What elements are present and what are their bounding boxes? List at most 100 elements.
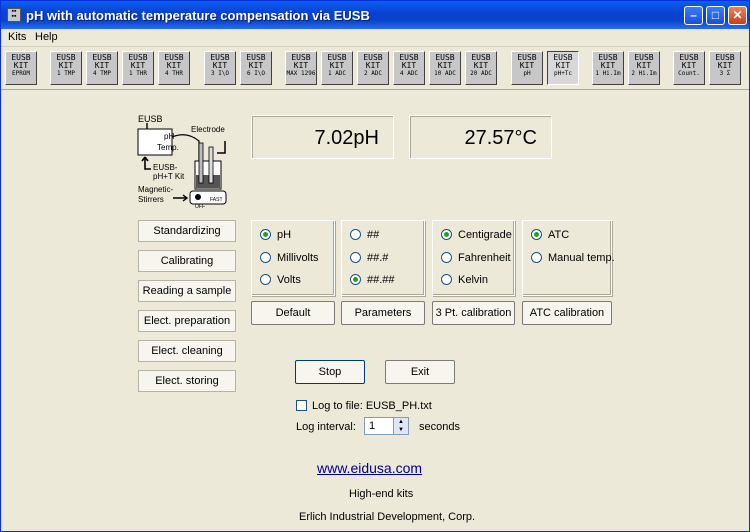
kit-label: pH+Tc bbox=[553, 70, 573, 77]
radio-selected-icon bbox=[441, 229, 452, 240]
kit-label: KIT bbox=[130, 61, 146, 70]
radio-icon bbox=[441, 274, 452, 285]
exit-button[interactable]: Exit bbox=[385, 360, 455, 384]
kit-button-ph-tc[interactable]: EUSB KIT pH+Tc bbox=[547, 51, 579, 85]
kit-label: KIT bbox=[600, 61, 616, 70]
electrode-cleaning-button[interactable]: Elect. cleaning bbox=[138, 340, 236, 362]
radio-ph[interactable]: pH bbox=[260, 229, 291, 243]
radio-icon bbox=[260, 274, 271, 285]
radio-precision-0[interactable]: ## bbox=[350, 229, 379, 243]
option-label: Fahrenheit bbox=[458, 252, 511, 264]
spin-down-icon[interactable]: ▼ bbox=[393, 426, 408, 434]
window-title: pH with automatic temperature compensati… bbox=[26, 8, 370, 23]
kit-label: 2 ADC bbox=[363, 70, 383, 77]
radio-icon bbox=[260, 252, 271, 263]
kit-label: EPROM bbox=[11, 70, 31, 77]
option-label: ATC bbox=[548, 229, 570, 241]
stop-button[interactable]: Stop bbox=[295, 360, 365, 384]
radio-centigrade[interactable]: Centigrade bbox=[441, 229, 512, 243]
kit-label: KIT bbox=[94, 61, 110, 70]
kit-button-20adc[interactable]: EUSB KIT 20 ADC bbox=[465, 51, 497, 85]
electrode-preparation-button[interactable]: Elect. preparation bbox=[138, 310, 236, 332]
radio-kelvin[interactable]: Kelvin bbox=[441, 274, 488, 288]
radio-atc[interactable]: ATC bbox=[531, 229, 569, 243]
kit-label: KIT bbox=[636, 61, 652, 70]
kit-label: 2 Hi.Im bbox=[631, 70, 657, 77]
kit-button-3io[interactable]: EUSB KIT 3 I\O bbox=[204, 51, 236, 85]
kit-label: Count. bbox=[678, 70, 700, 77]
kit-button-count[interactable]: EUSB KIT Count. bbox=[673, 51, 705, 85]
kit-button-1thr[interactable]: EUSB KIT 1 THR bbox=[122, 51, 154, 85]
kit-label: MAX 1296 bbox=[286, 70, 316, 77]
company-name: Erlich Industrial Development, Corp. bbox=[299, 511, 476, 523]
title-bar[interactable]: ▪▪ ▪▪ pH with automatic temperature compe… bbox=[1, 1, 749, 29]
seconds-label: seconds bbox=[419, 421, 460, 433]
kit-button-1hiim[interactable]: EUSB KIT 1 Hi.Im bbox=[592, 51, 624, 85]
kit-button-2hiim[interactable]: EUSB KIT 2 Hi.Im bbox=[628, 51, 660, 85]
kit-label: KIT bbox=[519, 61, 535, 70]
kit-label: 1 TMP bbox=[56, 70, 76, 77]
kit-label: 4 THR bbox=[164, 70, 184, 77]
stirrer-knob-icon bbox=[195, 194, 201, 200]
electrode-storing-button[interactable]: Elect. storing bbox=[138, 370, 236, 392]
minimize-button[interactable]: – bbox=[684, 6, 703, 25]
parameters-button[interactable]: Parameters bbox=[341, 301, 425, 325]
radio-icon bbox=[531, 252, 542, 263]
kit-button-2adc[interactable]: EUSB KIT 2 ADC bbox=[357, 51, 389, 85]
log-interval-spinner[interactable]: 1 ▲ ▼ bbox=[364, 417, 409, 435]
log-to-file-checkbox[interactable] bbox=[296, 400, 307, 411]
radio-precision-2[interactable]: ##.## bbox=[350, 274, 395, 288]
radio-manual-temp[interactable]: Manual temp. bbox=[531, 252, 615, 266]
kit-button-4thr[interactable]: EUSB KIT 4 THR bbox=[158, 51, 190, 85]
kit-label: 20 ADC bbox=[470, 70, 492, 77]
option-label: Manual temp. bbox=[548, 252, 615, 264]
reading-sample-button[interactable]: Reading a sample bbox=[138, 280, 236, 302]
units-group: pH Millivolts Volts bbox=[251, 220, 335, 296]
option-label: ##.# bbox=[367, 252, 389, 264]
diagram-kit-label: EUSB- bbox=[153, 163, 178, 172]
radio-volts[interactable]: Volts bbox=[260, 274, 301, 288]
standardizing-button[interactable]: Standardizing bbox=[138, 220, 236, 242]
kit-button-4tmp[interactable]: EUSB KIT 4 TMP bbox=[86, 51, 118, 85]
kit-button-1adc[interactable]: EUSB KIT 1 ADC bbox=[321, 51, 353, 85]
option-label: Millivolts bbox=[277, 252, 319, 264]
atc-calibration-button[interactable]: ATC calibration bbox=[522, 301, 612, 325]
arrow-left-icon bbox=[217, 141, 226, 154]
kit-button-4adc[interactable]: EUSB KIT 4 ADC bbox=[393, 51, 425, 85]
kit-button-1tmp[interactable]: EUSB KIT 1 TMP bbox=[50, 51, 82, 85]
maximize-button[interactable]: □ bbox=[706, 6, 725, 25]
radio-fahrenheit[interactable]: Fahrenheit bbox=[441, 252, 511, 266]
kit-label: KIT bbox=[717, 61, 733, 70]
menu-help[interactable]: Help bbox=[35, 31, 58, 43]
tagline: High-end kits bbox=[349, 488, 414, 500]
kit-toolbar: EUSB KIT EPROM EUSB KIT 1 TMP EUSB KIT 4 TMP E… bbox=[1, 47, 749, 90]
option-label: pH bbox=[277, 229, 292, 241]
kit-button-3sigma[interactable]: EUSB KIT 3 Σ bbox=[709, 51, 741, 85]
stirrer-off-label: OFF bbox=[195, 204, 205, 210]
kit-button-max1296[interactable]: EUSB KIT MAX 1296 bbox=[285, 51, 317, 85]
radio-selected-icon bbox=[350, 274, 361, 285]
radio-millivolts[interactable]: Millivolts bbox=[260, 252, 319, 266]
kit-label: 4 ADC bbox=[399, 70, 419, 77]
calibrating-button[interactable]: Calibrating bbox=[138, 250, 236, 272]
radio-precision-1[interactable]: ##.# bbox=[350, 252, 388, 266]
setup-diagram: EUSB pH Temp. Electrode EUSB- pH+T Kit M… bbox=[137, 114, 227, 210]
menu-kits[interactable]: Kits bbox=[8, 31, 26, 43]
electrode-shape bbox=[198, 142, 204, 184]
kit-button-10adc[interactable]: EUSB KIT 10 ADC bbox=[429, 51, 461, 85]
kit-label: 6 I\O bbox=[246, 70, 266, 77]
three-point-calibration-button[interactable]: 3 Pt. calibration bbox=[432, 301, 515, 325]
kit-button-ph[interactable]: EUSB KIT pH bbox=[511, 51, 543, 85]
kit-button-6io[interactable]: EUSB KIT 6 I\O bbox=[240, 51, 272, 85]
kit-button-eprom[interactable]: EUSB KIT EPROM bbox=[5, 51, 37, 85]
arrow-up-icon bbox=[141, 156, 151, 170]
kit-label: 3 Σ bbox=[719, 70, 731, 77]
kit-label: 1 ADC bbox=[327, 70, 347, 77]
diagram-eusb-label: EUSB bbox=[138, 114, 163, 124]
website-link[interactable]: www.eidusa.com bbox=[317, 460, 422, 476]
close-button[interactable]: ✕ bbox=[728, 6, 747, 25]
spin-up-icon[interactable]: ▲ bbox=[393, 418, 408, 426]
kit-label: KIT bbox=[437, 61, 453, 70]
kit-label: KIT bbox=[365, 61, 381, 70]
default-button[interactable]: Default bbox=[251, 301, 335, 325]
